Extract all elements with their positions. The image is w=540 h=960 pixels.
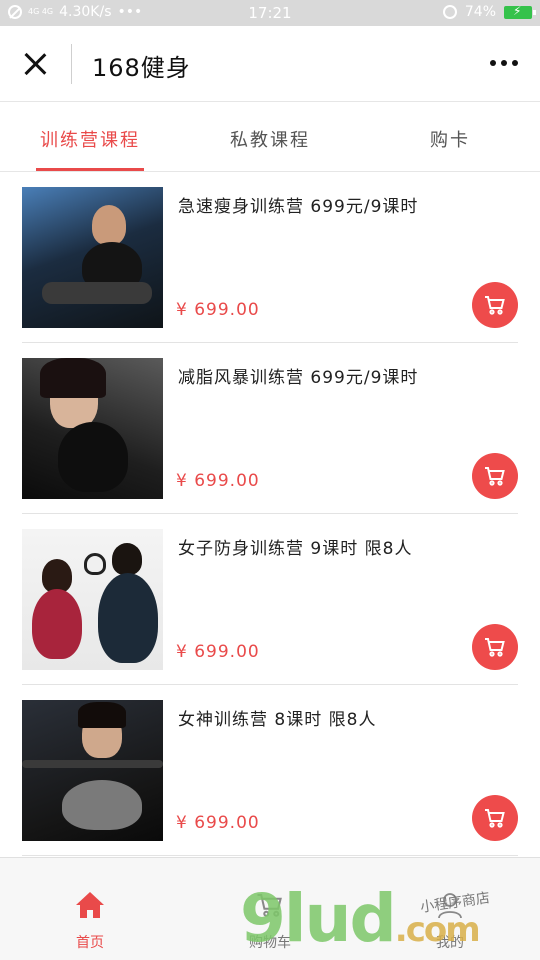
cart-icon (485, 809, 505, 828)
product-image[interactable] (22, 187, 163, 328)
alarm-icon (442, 5, 457, 19)
product-list: 急速瘦身训练营 699元/9课时 ¥ 699.00 减脂风暴训练营 699元/9… (0, 172, 540, 856)
tab-bootcamp-courses[interactable]: 训练营课程 (0, 102, 180, 171)
product-title: 女神训练营 8课时 限8人 (178, 710, 377, 730)
product-price: ¥ 699.00 (176, 300, 260, 320)
watermark-logo: 9lud.com (240, 880, 481, 957)
more-icon[interactable] (490, 60, 518, 66)
product-item[interactable]: 减脂风暴训练营 699元/9课时 ¥ 699.00 (22, 343, 518, 514)
title-bar: 168健身 (0, 26, 540, 102)
tab-buy-card[interactable]: 购卡 (360, 102, 540, 171)
tab-private-courses[interactable]: 私教课程 (180, 102, 360, 171)
add-to-cart-button[interactable] (472, 624, 518, 670)
add-to-cart-button[interactable] (472, 795, 518, 841)
product-price: ¥ 699.00 (176, 813, 260, 833)
product-title: 减脂风暴训练营 699元/9课时 (178, 368, 419, 388)
course-tabs: 训练营课程 私教课程 购卡 (0, 102, 540, 172)
product-price: ¥ 699.00 (176, 471, 260, 491)
nav-home-label: 首页 (76, 935, 104, 951)
product-image[interactable] (22, 700, 163, 841)
add-to-cart-button[interactable] (472, 282, 518, 328)
product-title: 急速瘦身训练营 699元/9课时 (178, 197, 419, 217)
status-right: 74% ⚡ (442, 4, 536, 20)
product-price: ¥ 699.00 (176, 642, 260, 662)
product-item[interactable]: 女子防身训练营 9课时 限8人 ¥ 699.00 (22, 514, 518, 685)
product-image[interactable] (22, 358, 163, 499)
close-icon[interactable] (22, 51, 48, 77)
product-item[interactable]: 女神训练营 8课时 限8人 ¥ 699.00 (22, 685, 518, 856)
status-bar: 4G 4G 4.30K/s ••• 17:21 74% ⚡ (0, 0, 540, 26)
title-divider (71, 44, 72, 84)
cart-icon (485, 638, 505, 657)
product-item[interactable]: 急速瘦身训练营 699元/9课时 ¥ 699.00 (22, 172, 518, 343)
product-image[interactable] (22, 529, 163, 670)
product-title: 女子防身训练营 9课时 限8人 (178, 539, 413, 559)
battery-percent: 74% (464, 4, 496, 20)
cart-icon (485, 467, 505, 486)
home-icon (76, 892, 104, 918)
add-to-cart-button[interactable] (472, 453, 518, 499)
nav-home[interactable]: 首页 (0, 858, 180, 960)
cart-icon (485, 296, 505, 315)
battery-icon: ⚡ (504, 4, 536, 19)
page-title: 168健身 (92, 54, 191, 82)
